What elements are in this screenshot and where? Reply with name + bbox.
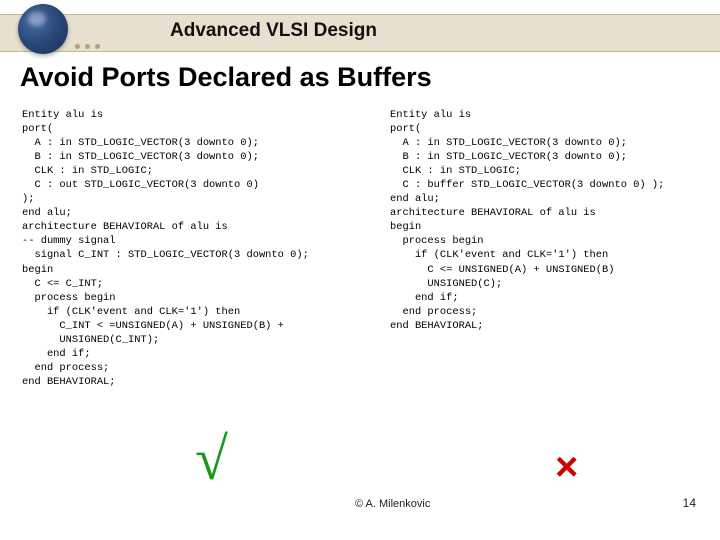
cross-mark-icon: × xyxy=(555,445,578,490)
check-mark-icon: √ xyxy=(195,425,228,494)
course-title: Advanced VLSI Design xyxy=(170,20,377,42)
code-block-right: Entity alu is port( A : in STD_LOGIC_VEC… xyxy=(390,108,710,333)
footer-author: © A. Milenkovic xyxy=(355,498,430,510)
page-number: 14 xyxy=(683,496,696,510)
slide-title: Avoid Ports Declared as Buffers xyxy=(20,62,432,93)
decorative-dots xyxy=(75,44,100,49)
code-block-left: Entity alu is port( A : in STD_LOGIC_VEC… xyxy=(22,108,372,389)
globe-icon xyxy=(18,4,68,54)
